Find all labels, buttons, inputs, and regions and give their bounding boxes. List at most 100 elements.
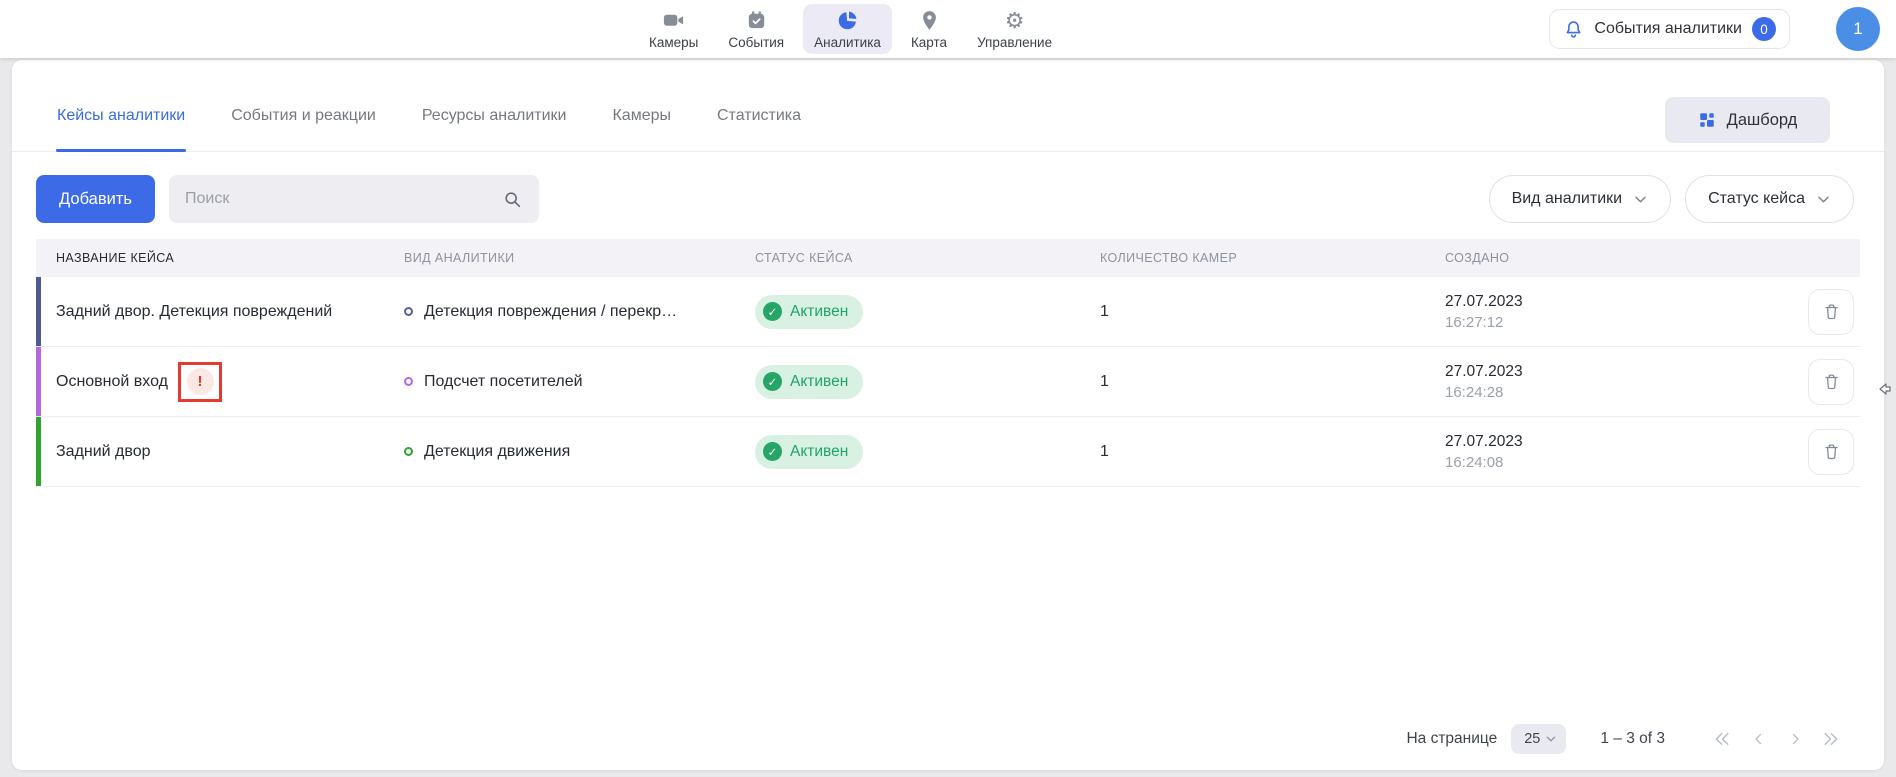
nav-label: Камеры xyxy=(649,35,698,50)
cases-table: НАЗВАНИЕ КЕЙСА ВИД АНАЛИТИКИ СТАТУС КЕЙС… xyxy=(36,239,1860,487)
status-label: Активен xyxy=(790,443,848,461)
nav-label: Аналитика xyxy=(814,35,881,50)
table-header: НАЗВАНИЕ КЕЙСА ВИД АНАЛИТИКИ СТАТУС КЕЙС… xyxy=(36,239,1860,277)
table-row[interactable]: Основной вход ! Подсчет посетителей ✓ Ак… xyxy=(36,347,1860,417)
events-icon xyxy=(745,9,768,32)
chevron-down-icon xyxy=(1816,192,1831,207)
tab-cameras[interactable]: Камеры xyxy=(611,107,672,151)
filter-case-status[interactable]: Статус кейса xyxy=(1685,175,1854,223)
first-page-button[interactable] xyxy=(1709,726,1736,753)
last-page-button[interactable] xyxy=(1817,726,1844,753)
table-row[interactable]: Задний двор Детекция движения ✓ Активен … xyxy=(36,417,1860,487)
delete-case-button[interactable] xyxy=(1808,429,1854,475)
col-header-case-name: НАЗВАНИЕ КЕЙСА xyxy=(36,251,404,265)
main-nav: Камеры События Аналитика xyxy=(638,0,1063,58)
bell-icon xyxy=(1563,19,1584,40)
double-chevron-left-icon xyxy=(1712,730,1733,748)
created-cell: 27.07.2023 16:27:12 xyxy=(1445,293,1770,331)
status-badge: ✓ Активен xyxy=(755,365,863,399)
nav-item-analytics[interactable]: Аналитика xyxy=(803,4,892,54)
table-row[interactable]: Задний двор. Детекция повреждений Детекц… xyxy=(36,277,1860,347)
trash-icon xyxy=(1822,372,1841,391)
analytics-type-icon xyxy=(404,447,413,456)
row-accent-bar xyxy=(36,417,41,486)
created-time: 16:24:08 xyxy=(1445,454,1770,471)
col-header-created: СОЗДАНО xyxy=(1445,251,1770,265)
trash-icon xyxy=(1822,442,1841,461)
toolbar: Добавить Вид аналитики Статус кейса xyxy=(36,175,1854,223)
analytics-type-icon xyxy=(404,307,413,316)
chevron-right-icon xyxy=(1786,730,1804,748)
camera-count: 1 xyxy=(1100,443,1445,461)
filters-group: Вид аналитики Статус кейса xyxy=(1489,175,1854,223)
delete-case-button[interactable] xyxy=(1808,359,1854,405)
nav-item-map[interactable]: Карта xyxy=(900,4,958,54)
col-header-analytics-type: ВИД АНАЛИТИКИ xyxy=(404,251,755,265)
top-bar: Камеры События Аналитика xyxy=(0,0,1896,58)
tab-statistics[interactable]: Статистика xyxy=(716,107,802,151)
search-icon xyxy=(502,189,523,210)
trash-icon xyxy=(1822,302,1841,321)
nav-label: События xyxy=(728,35,784,50)
tab-analytics-resources[interactable]: Ресурсы аналитики xyxy=(421,107,568,151)
tab-analytics-cases[interactable]: Кейсы аналитики xyxy=(56,107,186,151)
filter-label: Вид аналитики xyxy=(1512,190,1623,208)
content-card: Кейсы аналитики События и реакции Ресурс… xyxy=(12,60,1884,770)
gear-icon: ⚙ xyxy=(1005,9,1025,32)
pager-controls xyxy=(1709,726,1844,753)
per-page-select[interactable]: 25 xyxy=(1511,724,1566,754)
search-input[interactable] xyxy=(185,190,502,208)
nav-item-management[interactable]: ⚙ Управление xyxy=(966,4,1063,54)
chevron-left-icon xyxy=(1750,730,1768,748)
status-label: Активен xyxy=(790,303,848,321)
camera-count: 1 xyxy=(1100,373,1445,391)
double-chevron-right-icon xyxy=(1820,730,1841,748)
dashboard-button[interactable]: Дашборд xyxy=(1665,97,1830,143)
chevron-down-icon xyxy=(1633,192,1648,207)
tabs-row: Кейсы аналитики События и реакции Ресурс… xyxy=(12,60,1884,152)
piechart-icon xyxy=(836,9,859,32)
created-cell: 27.07.2023 16:24:28 xyxy=(1445,363,1770,401)
analytics-type-label: Детекция движения xyxy=(424,443,570,461)
analytics-events-label: События аналитики xyxy=(1594,20,1742,38)
nav-item-events[interactable]: События xyxy=(717,4,795,54)
page-range: 1 – 3 of 3 xyxy=(1600,730,1665,748)
map-pin-icon xyxy=(918,9,941,32)
prev-page-button[interactable] xyxy=(1745,726,1772,753)
created-time: 16:27:12 xyxy=(1445,314,1770,331)
case-name: Основной вход xyxy=(56,373,168,391)
add-case-button[interactable]: Добавить xyxy=(36,175,155,223)
check-circle-icon: ✓ xyxy=(763,442,782,461)
mouse-cursor xyxy=(1878,380,1894,398)
chevron-down-icon xyxy=(1545,733,1557,745)
col-header-camera-count: КОЛИЧЕСТВО КАМЕР xyxy=(1100,251,1445,265)
camera-count: 1 xyxy=(1100,303,1445,321)
next-page-button[interactable] xyxy=(1781,726,1808,753)
created-date: 27.07.2023 xyxy=(1445,293,1770,311)
check-circle-icon: ✓ xyxy=(763,372,782,391)
pagination-bar: На странице 25 1 – 3 of 3 xyxy=(1406,724,1844,754)
nav-item-cameras[interactable]: Камеры xyxy=(638,4,709,54)
status-badge: ✓ Активен xyxy=(755,435,863,469)
status-label: Активен xyxy=(790,373,848,391)
dashboard-grid-icon xyxy=(1698,111,1716,129)
created-date: 27.07.2023 xyxy=(1445,433,1770,451)
filter-analytics-type[interactable]: Вид аналитики xyxy=(1489,175,1672,223)
nav-label: Карта xyxy=(911,35,947,50)
per-page-value: 25 xyxy=(1524,731,1540,747)
warning-icon: ! xyxy=(187,368,214,395)
created-time: 16:24:28 xyxy=(1445,384,1770,401)
analytics-type-label: Детекция повреждения / перекр… xyxy=(424,303,677,321)
case-name: Задний двор xyxy=(56,443,151,461)
row-accent-bar xyxy=(36,347,41,416)
delete-case-button[interactable] xyxy=(1808,289,1854,335)
tab-events-reactions[interactable]: События и реакции xyxy=(230,107,377,151)
user-avatar[interactable]: 1 xyxy=(1836,7,1880,51)
per-page-label: На странице xyxy=(1406,730,1497,748)
dashboard-label: Дашборд xyxy=(1727,111,1798,130)
analytics-events-button[interactable]: События аналитики 0 xyxy=(1549,9,1790,49)
nav-label: Управление xyxy=(977,35,1052,50)
events-count-badge: 0 xyxy=(1752,17,1776,41)
camera-icon xyxy=(662,9,685,32)
check-circle-icon: ✓ xyxy=(763,302,782,321)
